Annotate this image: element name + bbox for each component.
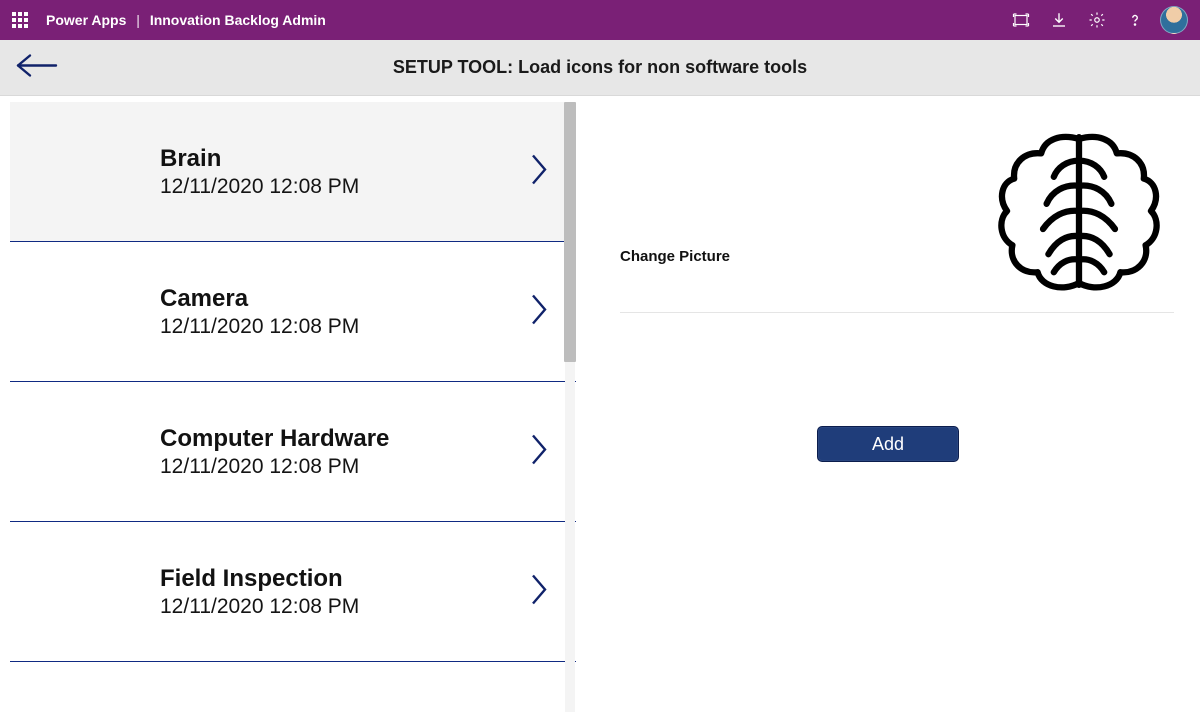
app-title: Power Apps | Innovation Backlog Admin — [46, 12, 326, 28]
download-icon[interactable] — [1040, 0, 1078, 40]
list-scrollbar[interactable] — [562, 102, 576, 712]
list-item-name: Computer Hardware — [160, 425, 389, 453]
detail-separator — [620, 312, 1174, 313]
list-item[interactable]: Computer Hardware 12/11/2020 12:08 PM — [10, 382, 576, 522]
settings-gear-icon[interactable] — [1078, 0, 1116, 40]
list-item-date: 12/11/2020 12:08 PM — [160, 315, 359, 339]
page-title: SETUP TOOL: Load icons for non software … — [0, 57, 1200, 78]
list-item-name: Field Inspection — [160, 565, 359, 593]
chevron-right-icon — [530, 432, 550, 471]
list-item-date: 12/11/2020 12:08 PM — [160, 595, 359, 619]
help-icon[interactable] — [1116, 0, 1154, 40]
list-item-name: Camera — [160, 285, 359, 313]
app-launcher-icon[interactable] — [12, 12, 28, 28]
product-name: Power Apps — [46, 12, 126, 28]
chevron-right-icon — [530, 572, 550, 611]
list-item-name: Brain — [160, 145, 359, 173]
page-header: SETUP TOOL: Load icons for non software … — [0, 40, 1200, 96]
tool-list: Brain 12/11/2020 12:08 PM Camera 12/11/2… — [0, 96, 576, 712]
list-item[interactable]: Field Inspection 12/11/2020 12:08 PM — [10, 522, 576, 662]
scrollbar-thumb[interactable] — [564, 102, 576, 362]
icon-preview — [984, 116, 1174, 306]
list-item-date: 12/11/2020 12:08 PM — [160, 455, 389, 479]
user-avatar[interactable] — [1160, 6, 1188, 34]
list-item-date: 12/11/2020 12:08 PM — [160, 175, 359, 199]
chevron-right-icon — [530, 152, 550, 191]
change-picture-label[interactable]: Change Picture — [620, 158, 730, 265]
app-name: Innovation Backlog Admin — [150, 12, 326, 28]
detail-panel: Change Picture — [576, 96, 1200, 712]
title-separator: | — [130, 12, 146, 28]
content-area: Brain 12/11/2020 12:08 PM Camera 12/11/2… — [0, 96, 1200, 712]
add-button[interactable]: Add — [817, 426, 959, 462]
fit-to-screen-icon[interactable] — [1002, 0, 1040, 40]
brain-icon — [989, 121, 1169, 301]
list-item[interactable]: Camera 12/11/2020 12:08 PM — [10, 242, 576, 382]
list-item[interactable]: Brain 12/11/2020 12:08 PM — [10, 102, 576, 242]
back-arrow-icon[interactable] — [14, 52, 58, 83]
command-bar: Power Apps | Innovation Backlog Admin — [0, 0, 1200, 40]
chevron-right-icon — [530, 292, 550, 331]
